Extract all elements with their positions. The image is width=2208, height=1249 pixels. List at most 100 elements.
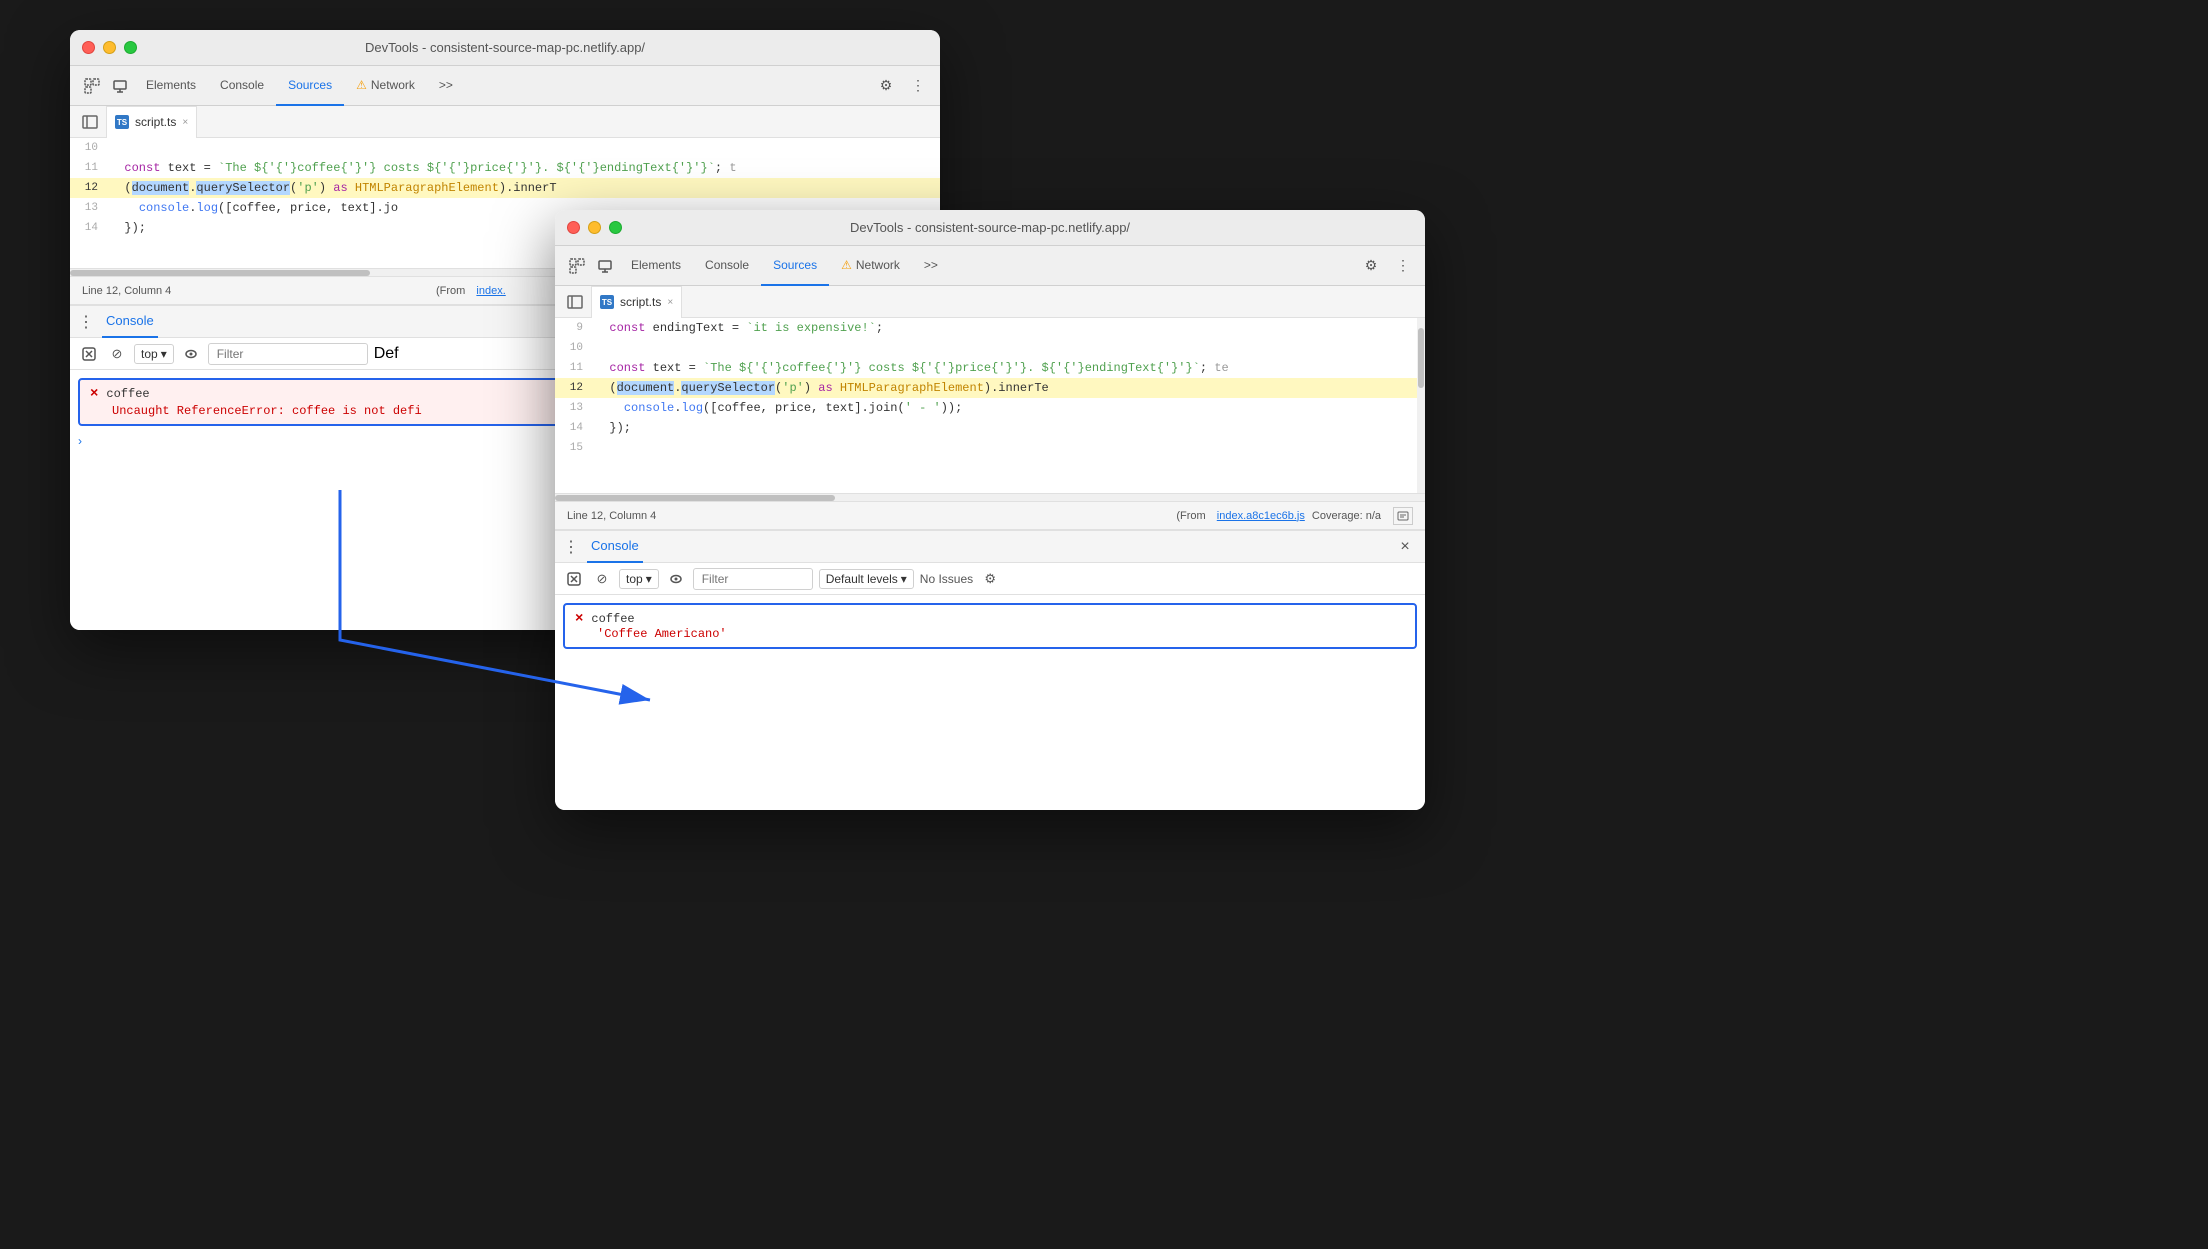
file-tab-script-1[interactable]: TS script.ts × [106, 106, 197, 138]
console-header-2: ⋮ Console × [555, 531, 1425, 563]
tab-elements-1[interactable]: Elements [134, 66, 208, 106]
maximize-button-2[interactable] [609, 221, 622, 234]
sidebar-toggle-2[interactable] [563, 290, 587, 314]
minimize-button-2[interactable] [588, 221, 601, 234]
tab-console-1[interactable]: Console [208, 66, 276, 106]
device-icon[interactable] [106, 72, 134, 100]
settings-icon-1[interactable]: ⚙ [872, 72, 900, 100]
tab-sources-1[interactable]: Sources [276, 66, 344, 106]
console-close-button-2[interactable]: × [1393, 535, 1417, 559]
inspect-icon-2[interactable] [563, 252, 591, 280]
network-warn-icon-2: ⚠ [841, 258, 852, 272]
no-circle-icon-2[interactable]: ⊘ [591, 568, 613, 590]
tab-network-1[interactable]: ⚠ Network [344, 66, 427, 106]
v-scrollbar-thumb-2[interactable] [1418, 328, 1424, 388]
v-scrollbar-2[interactable] [1417, 318, 1425, 493]
more-vert-icon-1[interactable]: ⋮ [904, 72, 932, 100]
top-selector-1[interactable]: top ▾ [134, 344, 174, 364]
eye-icon-1[interactable] [180, 343, 202, 365]
tab-sources-2[interactable]: Sources [761, 246, 829, 286]
coffee-x-icon-2: × [575, 611, 583, 627]
status-from-link-1[interactable]: index. [476, 285, 505, 297]
typescript-icon-2: TS [600, 295, 614, 309]
default-levels-1: Def [374, 345, 399, 363]
status-bar-2: Line 12, Column 4 (From index.a8c1ec6b.j… [555, 501, 1425, 529]
typescript-icon-1: TS [115, 115, 129, 129]
settings-console-icon-2[interactable]: ⚙ [979, 568, 1001, 590]
tab-elements-2[interactable]: Elements [619, 246, 693, 286]
code-line-14-2: 14 }); [555, 418, 1425, 438]
console-title-1[interactable]: Console [102, 306, 158, 338]
h-scrollbar-thumb-1[interactable] [70, 270, 370, 276]
file-tab-name-2: script.ts [620, 295, 661, 309]
console-toolbar-2: ⊘ top ▾ Default levels ▾ No Issues [555, 563, 1425, 595]
coffee-name-2: coffee [591, 612, 634, 626]
console-title-2[interactable]: Console [587, 531, 643, 563]
code-line-10-1: 10 [70, 138, 940, 158]
tab-network-2[interactable]: ⚠ Network [829, 246, 912, 286]
tab-more-2[interactable]: >> [912, 246, 950, 286]
traffic-lights-2 [567, 221, 622, 234]
no-circle-icon-1[interactable]: ⊘ [106, 343, 128, 365]
clear-console-icon-2[interactable] [563, 568, 585, 590]
coffee-entry-2: × coffee 'Coffee Americano' [563, 603, 1417, 649]
console-entries-2: × coffee 'Coffee Americano' [555, 595, 1425, 810]
tab-more-1[interactable]: >> [427, 66, 465, 106]
chevron-down-icon-1: ▾ [161, 347, 167, 361]
cursor-position-1: Line 12, Column 4 [82, 285, 171, 297]
tab-console-2[interactable]: Console [693, 246, 761, 286]
default-levels-btn-2[interactable]: Default levels ▾ [819, 569, 914, 589]
devtools-tabs-2: Elements Console Sources ⚠ Network >> ⚙ … [555, 246, 1425, 286]
sidebar-toggle-1[interactable] [78, 110, 102, 134]
file-tabs-bar-1: TS script.ts × [70, 106, 940, 138]
code-line-10-2: 10 [555, 338, 1425, 358]
close-button-2[interactable] [567, 221, 580, 234]
file-tab-close-1[interactable]: × [182, 117, 188, 128]
no-issues-label-2: No Issues [920, 572, 973, 586]
h-scrollbar-thumb-2[interactable] [555, 495, 835, 501]
dt-settings-2: ⚙ ⋮ [1357, 252, 1417, 280]
devtools-main-2: Elements Console Sources ⚠ Network >> ⚙ … [555, 246, 1425, 810]
status-from-text-1: (From [436, 285, 465, 297]
cursor-position-2: Line 12, Column 4 [567, 510, 656, 522]
eye-icon-2[interactable] [665, 568, 687, 590]
status-from-1 [175, 285, 432, 297]
traffic-lights-1 [82, 41, 137, 54]
file-tab-close-2[interactable]: × [667, 297, 673, 308]
minimize-button-1[interactable] [103, 41, 116, 54]
title-bar-1: DevTools - consistent-source-map-pc.netl… [70, 30, 940, 66]
filter-input-1[interactable] [208, 343, 368, 365]
maximize-button-1[interactable] [124, 41, 137, 54]
coffee-header-2: × coffee [575, 611, 1405, 627]
code-line-15-2: 15 [555, 438, 1425, 458]
more-vert-icon-2[interactable]: ⋮ [1389, 252, 1417, 280]
console-area-2: ⋮ Console × ⊘ top ▾ [555, 529, 1425, 810]
close-button-1[interactable] [82, 41, 95, 54]
top-selector-2[interactable]: top ▾ [619, 569, 659, 589]
file-tab-script-2[interactable]: TS script.ts × [591, 286, 682, 318]
error-x-icon-1: × [90, 386, 98, 402]
coffee-value-2: 'Coffee Americano' [597, 627, 1405, 641]
error-name-1: coffee [106, 387, 149, 401]
status-from-text-2: (From [1176, 510, 1205, 522]
console-menu-dots-2[interactable]: ⋮ [563, 537, 579, 557]
console-menu-dots-1[interactable]: ⋮ [78, 312, 94, 332]
filter-input-2[interactable] [693, 568, 813, 590]
coverage-icon-2[interactable] [1393, 507, 1413, 525]
file-tabs-bar-2: TS script.ts × [555, 286, 1425, 318]
settings-icon-2[interactable]: ⚙ [1357, 252, 1385, 280]
code-line-12-1: 12 (document.querySelector('p') as HTMLP… [70, 178, 940, 198]
device-icon-2[interactable] [591, 252, 619, 280]
code-line-11-2: 11 const text = `The ${'{'}coffee{'}'} c… [555, 358, 1425, 378]
h-scrollbar-2[interactable] [555, 493, 1425, 501]
code-area-2: 9 const endingText = `it is expensive!`;… [555, 318, 1425, 493]
code-line-13-2: 13 console.log([coffee, price, text].joi… [555, 398, 1425, 418]
clear-console-icon-1[interactable] [78, 343, 100, 365]
code-line-9-2: 9 const endingText = `it is expensive!`; [555, 318, 1425, 338]
title-bar-2: DevTools - consistent-source-map-pc.netl… [555, 210, 1425, 246]
status-coverage-2: Coverage: n/a [1309, 510, 1381, 522]
status-from-link-2[interactable]: index.a8c1ec6b.js [1217, 510, 1305, 522]
code-line-11-1: 11 const text = `The ${'{'}coffee{'}'} c… [70, 158, 940, 178]
inspect-icon[interactable] [78, 72, 106, 100]
window-title-2: DevTools - consistent-source-map-pc.netl… [850, 220, 1130, 235]
